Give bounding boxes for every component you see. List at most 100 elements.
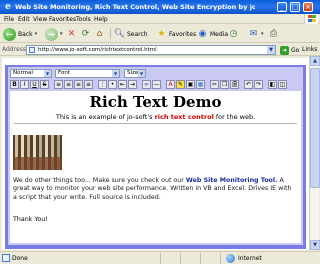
stop-icon: ✕ [67,29,76,39]
horizontal-rule [14,123,297,124]
print-button[interactable]: ⎙ [268,27,279,41]
print-icon: ⎙ [269,29,278,39]
justify-icon[interactable]: ≡ [84,80,93,89]
menu-help[interactable]: Help [94,16,108,23]
redo-icon[interactable]: ↷ [254,80,263,89]
web-site-monitoring-link[interactable]: Web Site Monitoring Tool. [186,177,278,184]
menu-view[interactable]: View [33,16,47,23]
forward-button[interactable]: → ▾ [45,27,63,41]
back-label: Back [18,30,33,38]
strikethrough-button[interactable]: S [40,80,49,89]
page-heading: Rich Text Demo [89,93,222,111]
page-icon [29,47,35,53]
editor-document[interactable]: Rich Text Demo This is an example of jo-… [10,91,301,243]
style-select[interactable]: Normal ▼ [10,69,52,78]
status-divider [220,253,221,264]
italic-button[interactable]: I [20,80,29,89]
home-button[interactable]: ⌂ [94,27,105,41]
cut-icon[interactable]: ✂ [210,80,219,89]
title-bar[interactable]: e Web Site Monitoring, Rich Text Control… [0,0,320,14]
status-divider [200,253,201,264]
toolbar: ← Back ▾ → ▾ ✕ ⟳ ⌂ 🔍︎ Search ★ Favorites… [0,25,320,43]
search-icon: 🔍︎ [113,29,126,39]
home-icon: ⌂ [96,29,103,39]
source-icon[interactable]: ◧ [268,80,277,89]
forward-arrow-icon: → [45,27,58,41]
windows-logo-icon [304,14,318,24]
chevron-down-icon[interactable]: ▾ [261,31,264,37]
para-text-start: We do other things too... Make sure you … [13,177,184,184]
horizontal-rule-icon[interactable]: — [152,80,161,89]
underline-button[interactable]: U [30,80,39,89]
table-icon[interactable]: ▦ [196,80,205,89]
image-icon[interactable]: ▣ [186,80,195,89]
go-arrow-icon: ➜ [280,45,289,55]
stairs-photo [13,135,62,170]
back-button[interactable]: ← Back ▾ [3,27,37,41]
history-button[interactable]: ◷ [228,27,239,41]
intro-text-end: for the web. [215,113,256,121]
links-button[interactable]: Links [302,46,317,53]
preview-icon[interactable]: ◫ [278,80,287,89]
browser-window: e Web Site Monitoring, Rich Text Control… [0,0,320,264]
maximize-button[interactable]: □ [290,2,300,12]
font-select-value: Font [58,70,70,76]
ie-icon: e [5,2,11,12]
favorites-button[interactable]: ★ Favorites [156,27,196,41]
menu-file[interactable]: File [4,16,14,23]
chevron-down-icon: ▼ [112,70,119,77]
page-viewport: Normal ▼ Font ▼ Size ▼ B I U S ≡ ≡ ≡ ≡ ⋮… [2,58,309,250]
chevron-down-icon: ▼ [44,70,51,77]
menu-tools[interactable]: Tools [76,16,91,23]
status-bar: Done Internet [0,251,320,264]
intro-text-start: This is an example of jo-soft's [55,113,153,121]
scroll-up-icon[interactable]: ▲ [310,56,320,66]
media-label: Media [210,30,229,38]
align-center-icon[interactable]: ≡ [64,80,73,89]
link-icon[interactable]: ∞ [142,80,151,89]
vertical-scrollbar[interactable]: ▲ ▼ [309,56,320,250]
security-zone: Internet [238,255,262,262]
highlight-icon[interactable]: ✎ [176,80,185,89]
status-text: Done [12,255,28,262]
align-left-icon[interactable]: ≡ [54,80,63,89]
address-input[interactable]: http://www.jo-soft.com/richtextcontrol.h… [26,45,276,55]
body-paragraph: We do other things too... Make sure you … [13,177,297,202]
font-select[interactable]: Font ▼ [55,69,120,78]
numbered-list-icon[interactable]: ⋮ [98,80,107,89]
internet-globe-icon [226,254,235,263]
chevron-down-icon: ▼ [138,70,145,77]
status-divider [180,253,181,264]
chevron-down-icon[interactable]: ▾ [60,31,63,37]
scroll-thumb[interactable] [310,68,320,188]
close-button[interactable]: × [303,2,313,12]
menu-favorites[interactable]: Favorites [49,16,76,23]
mail-icon: ✉ [249,29,258,39]
size-select[interactable]: Size ▼ [124,69,146,78]
favorites-label: Favorites [169,30,197,38]
mail-button[interactable]: ✉ ▾ [248,27,264,41]
go-label: Go [291,46,300,54]
chevron-down-icon[interactable]: ▼ [267,46,275,54]
bold-button[interactable]: B [10,80,19,89]
outdent-icon[interactable]: ⇤ [118,80,127,89]
bullet-list-icon[interactable]: • [108,80,117,89]
text-color-icon[interactable]: A [166,80,175,89]
search-button[interactable]: 🔍︎ Search [114,27,148,41]
menu-edit[interactable]: Edit [18,16,30,23]
copy-icon[interactable]: ❐ [220,80,229,89]
refresh-button[interactable]: ⟳ [80,27,91,41]
indent-icon[interactable]: ⇥ [128,80,137,89]
address-bar: Address http://www.jo-soft.com/richtextc… [0,44,320,56]
go-button[interactable]: ➜ Go [280,45,299,55]
chevron-down-icon[interactable]: ▾ [35,31,38,37]
align-right-icon[interactable]: ≡ [74,80,83,89]
scroll-down-icon[interactable]: ▼ [310,240,320,250]
paste-icon[interactable]: 📋︎ [230,80,239,89]
media-button[interactable]: ◉ Media [197,27,228,41]
minimize-button[interactable]: _ [277,2,287,12]
editor-toolbar-area: Normal ▼ Font ▼ Size ▼ B I U S ≡ ≡ ≡ ≡ ⋮… [8,67,303,245]
favorites-star-icon: ★ [157,29,166,39]
stop-button[interactable]: ✕ [66,27,77,41]
undo-icon[interactable]: ↶ [244,80,253,89]
